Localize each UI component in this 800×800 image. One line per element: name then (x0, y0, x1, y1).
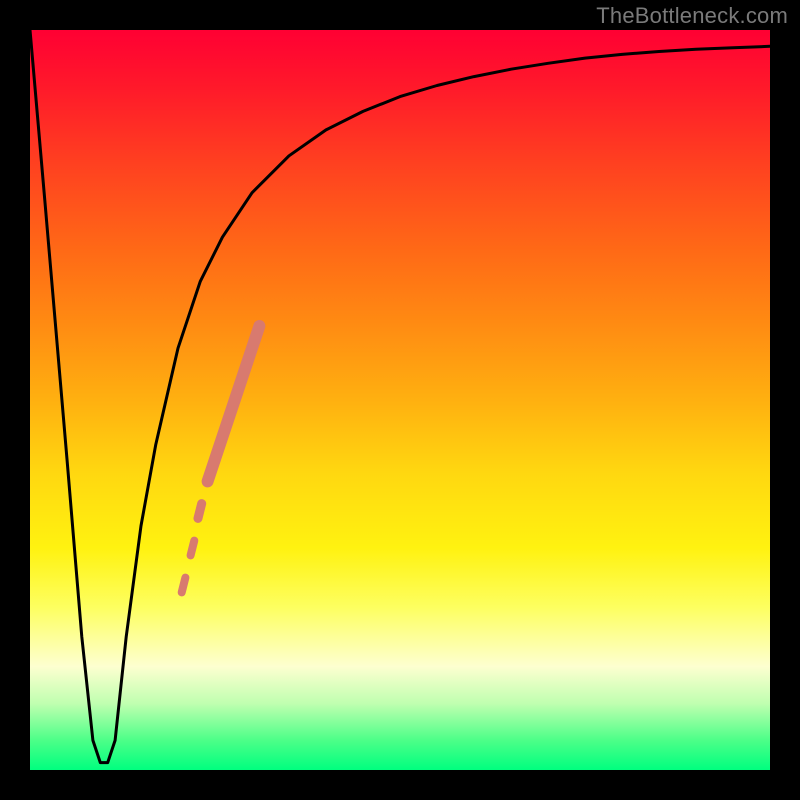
curve-layer (30, 30, 770, 770)
highlight-markers (182, 326, 260, 592)
chart-frame: TheBottleneck.com (0, 0, 800, 800)
bottleneck-curve (30, 30, 770, 763)
plot-area (30, 30, 770, 770)
attribution-text: TheBottleneck.com (596, 3, 788, 29)
